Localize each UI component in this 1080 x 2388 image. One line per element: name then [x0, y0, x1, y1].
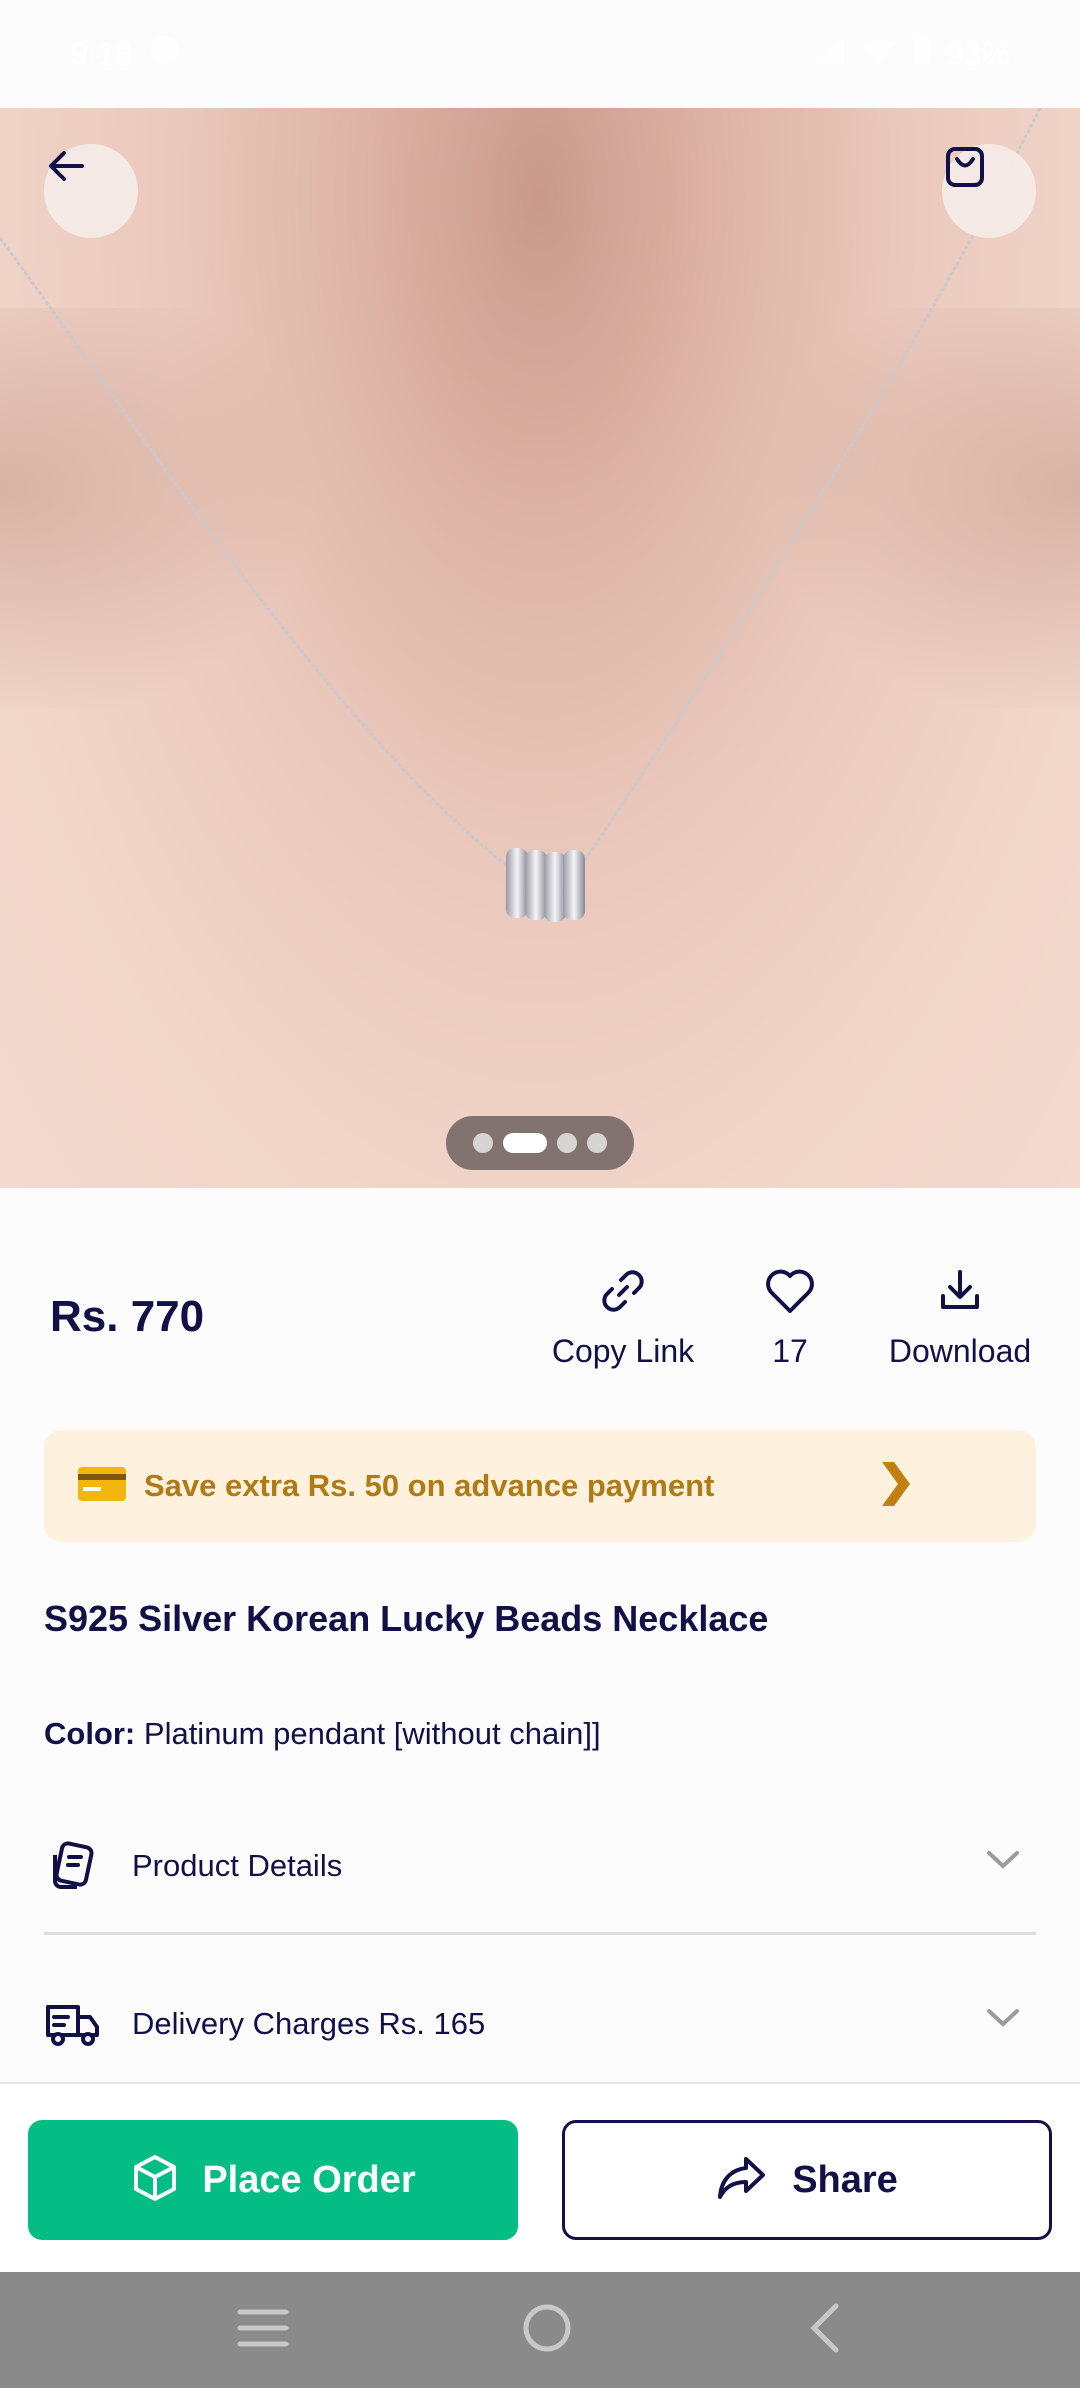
delivery-charges-accordion[interactable]: Delivery Charges Rs. 165: [44, 1984, 1036, 2064]
color-label: Color:: [44, 1716, 136, 1751]
chevron-down-icon: [986, 2008, 1020, 2033]
box-icon: [130, 2153, 180, 2208]
place-order-button[interactable]: Place Order: [28, 2120, 518, 2240]
notification-icon: [148, 33, 182, 75]
battery-percent: 93%: [945, 35, 1010, 72]
pagination-dot-active[interactable]: [503, 1133, 547, 1153]
cart-button[interactable]: [942, 144, 1036, 238]
chevron-down-icon: [986, 1850, 1020, 1875]
copy-link-label: Copy Link: [551, 1333, 695, 1369]
share-label: Share: [792, 2158, 898, 2201]
status-bar: 9:18 93%: [0, 0, 1080, 108]
product-image-carousel[interactable]: [0, 108, 1080, 1188]
pagination-dot[interactable]: [473, 1133, 493, 1153]
like-button[interactable]: 17: [740, 1266, 840, 1370]
pendant-beads: [506, 848, 585, 922]
back-button[interactable]: [44, 144, 138, 238]
delivery-truck-icon: [44, 1996, 100, 2052]
product-title: S925 Silver Korean Lucky Beads Necklace: [44, 1598, 769, 1639]
advance-payment-promo[interactable]: Save extra Rs. 50 on advance payment: [44, 1430, 1036, 1542]
accordion-divider: [44, 1932, 1036, 1935]
home-circle-icon[interactable]: [521, 2302, 573, 2359]
color-value: Platinum pendant [without chain]]: [143, 1716, 601, 1751]
place-order-label: Place Order: [202, 2158, 416, 2201]
product-details-label: Product Details: [132, 1848, 343, 1883]
product-color: Color: Platinum pendant [without chain]]: [44, 1716, 601, 1752]
status-left: 9:18: [70, 33, 182, 75]
status-right: 93%: [810, 35, 1010, 73]
chevron-right-icon: [878, 1458, 912, 1515]
wifi-icon: [862, 36, 896, 73]
system-nav-bar: [0, 2272, 1080, 2388]
product-price: Rs. 770: [50, 1292, 205, 1341]
menu-icon[interactable]: [236, 2306, 290, 2355]
carousel-pagination: [446, 1116, 634, 1170]
pagination-dot[interactable]: [557, 1133, 577, 1153]
signal-icon: [810, 35, 846, 73]
share-button[interactable]: Share: [562, 2120, 1052, 2240]
download-icon: [935, 1266, 985, 1321]
back-chevron-icon[interactable]: [804, 2302, 844, 2359]
pagination-dot[interactable]: [587, 1133, 607, 1153]
likes-count: 17: [772, 1333, 808, 1369]
credit-card-icon: [44, 1466, 126, 1506]
share-arrow-icon: [716, 2155, 766, 2206]
product-details-accordion[interactable]: Product Details: [44, 1826, 1036, 1906]
price-actions-row: Rs. 770 Copy Link 17 Download: [0, 1250, 1080, 1380]
delivery-charges-label: Delivery Charges Rs. 165: [132, 2006, 486, 2041]
bottom-action-bar: Place Order Share: [0, 2082, 1080, 2272]
copy-link-button[interactable]: Copy Link: [548, 1266, 698, 1370]
download-label: Download: [888, 1333, 1032, 1369]
download-button[interactable]: Download: [880, 1266, 1040, 1370]
link-icon: [598, 1266, 648, 1321]
battery-icon: [912, 35, 930, 73]
necklace-illustration: [0, 108, 1080, 922]
promo-text: Save extra Rs. 50 on advance payment: [144, 1468, 715, 1503]
status-time: 9:18: [70, 35, 133, 72]
document-icon: [44, 1838, 100, 1894]
heart-icon: [763, 1266, 817, 1321]
